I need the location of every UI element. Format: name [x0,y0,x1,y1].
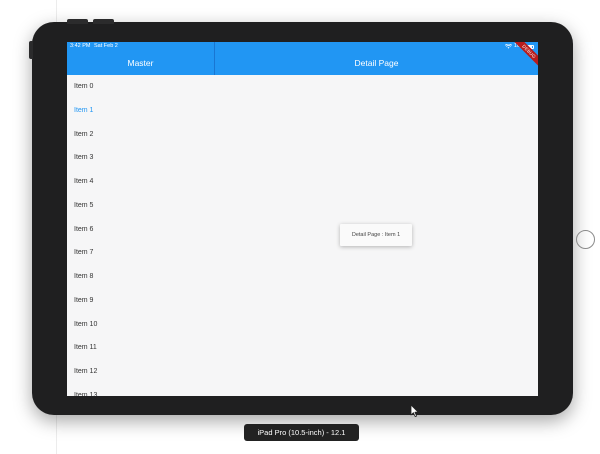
master-list: Item 0 Item 1 Item 2 Item 3 Item 4 Item 5 Item… [67,75,214,396]
home-button[interactable] [576,230,595,249]
list-item[interactable]: Item 4 [67,170,214,194]
device-label: iPad Pro (10.5-inch) - 12.1 [244,424,359,441]
status-date: Sat Feb 2 [94,43,118,49]
app-screen: 3:42 PM Sat Feb 2 100 Master Detail Page… [67,42,538,396]
list-item[interactable]: Item 6 [67,218,214,242]
list-item[interactable]: Item 0 [67,75,214,99]
list-item[interactable]: Item 7 [67,241,214,265]
list-item[interactable]: Item 11 [67,336,214,360]
volume-up-button [67,19,88,24]
list-item[interactable]: Item 2 [67,123,214,147]
wifi-icon [504,44,512,49]
list-item[interactable]: Item 1 [67,99,214,123]
list-item[interactable]: Item 10 [67,313,214,337]
list-item[interactable]: Item 13 [67,384,214,396]
detail-page-title: Detail Page [354,58,399,68]
detail-card: Detail Page : Item 1 [340,224,412,246]
volume-down-button [93,19,114,24]
side-button [29,41,33,59]
status-time: 3:42 PM [70,43,91,49]
list-item[interactable]: Item 3 [67,146,214,170]
list-item[interactable]: Item 12 [67,360,214,384]
list-item[interactable]: Item 9 [67,289,214,313]
status-bar: 3:42 PM Sat Feb 2 100 [67,42,538,51]
mouse-pointer-icon [410,404,419,417]
app-bar: 3:42 PM Sat Feb 2 100 Master Detail Page… [67,42,538,75]
list-item[interactable]: Item 8 [67,265,214,289]
list-item[interactable]: Item 5 [67,194,214,218]
master-title: Master [127,58,154,68]
